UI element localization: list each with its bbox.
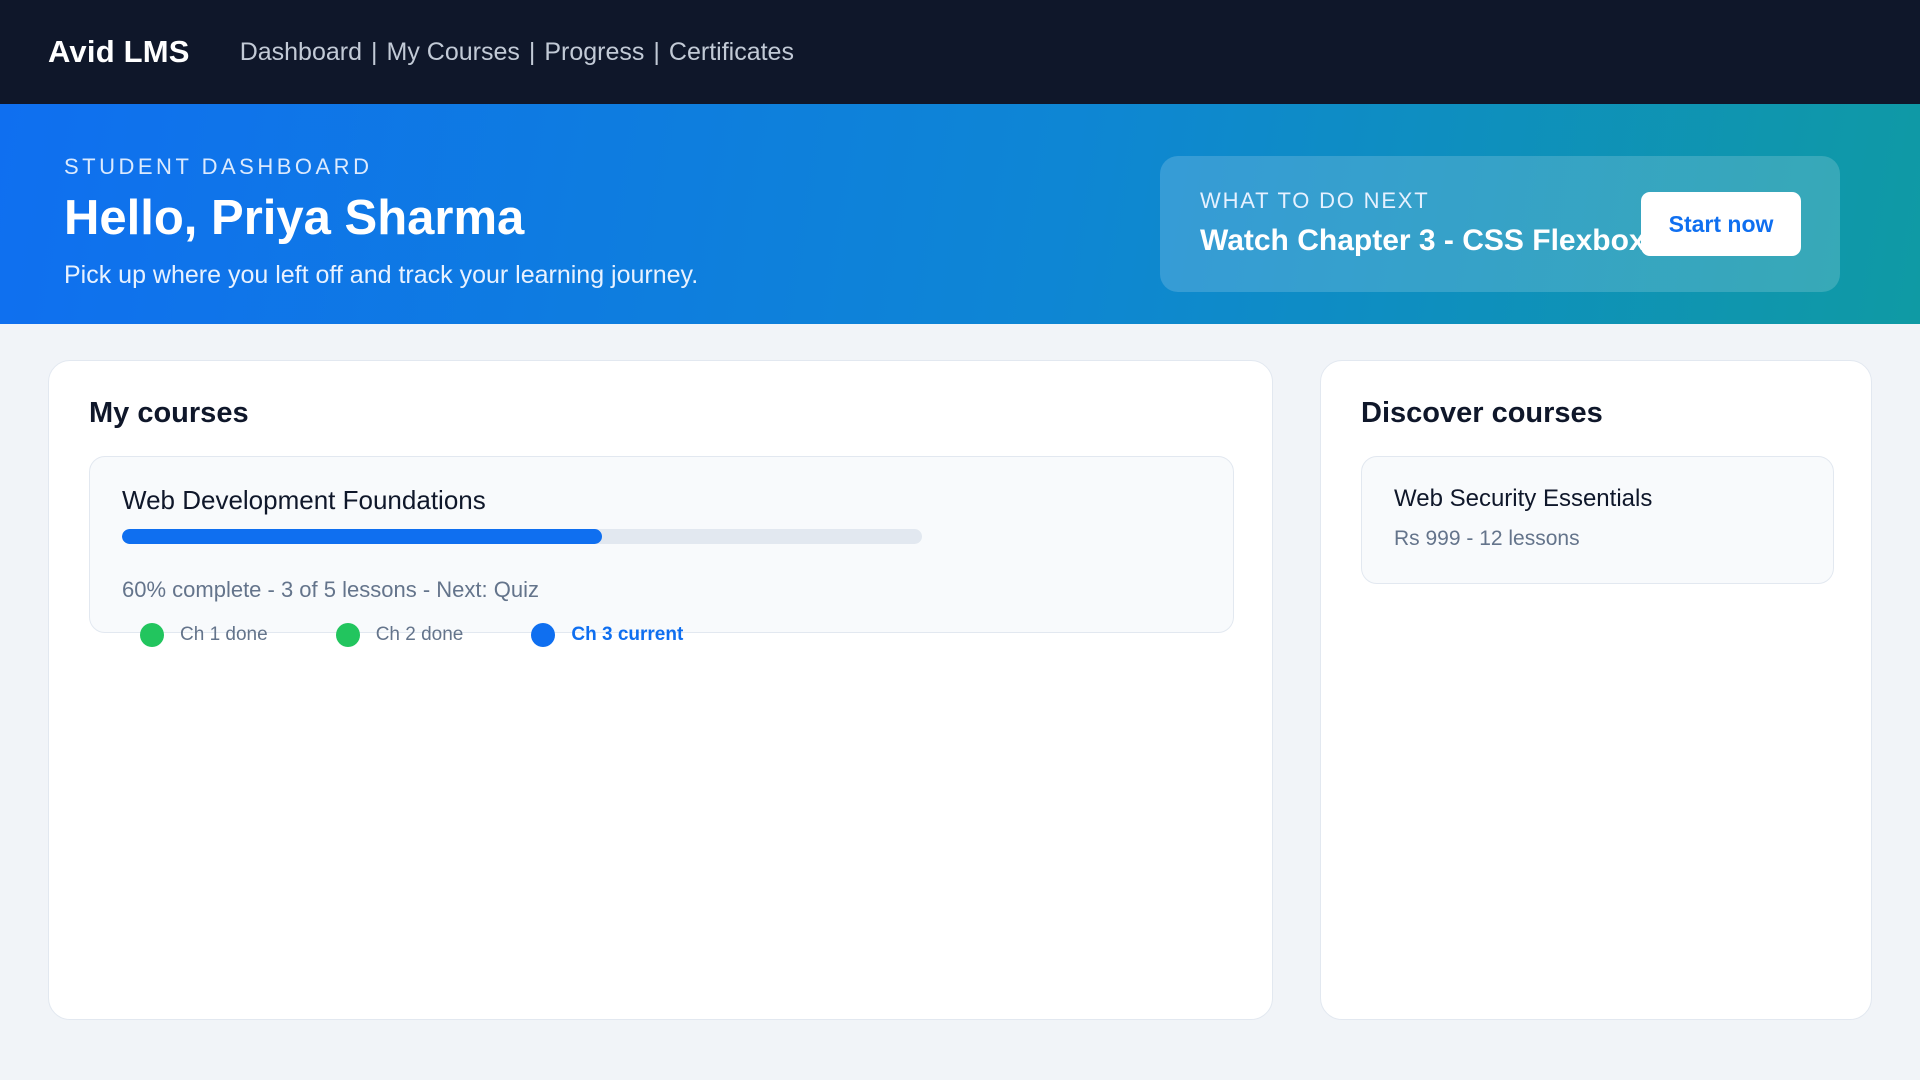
nav-link-my-courses[interactable]: My Courses bbox=[387, 38, 520, 67]
nav-separator: | bbox=[371, 37, 378, 66]
chapter-status-item: Ch 1 done bbox=[140, 623, 268, 647]
course-progress-meta: 60% complete - 3 of 5 lessons - Next: Qu… bbox=[122, 577, 539, 602]
my-courses-heading: My courses bbox=[89, 397, 249, 429]
main-nav: Dashboard | My Courses | Progress | Cert… bbox=[240, 38, 794, 67]
next-step-title: Watch Chapter 3 - CSS Flexbox bbox=[1200, 224, 1646, 257]
nav-separator: | bbox=[653, 37, 660, 66]
hero-subtitle: Pick up where you left off and track you… bbox=[64, 261, 699, 289]
nav-link-dashboard[interactable]: Dashboard bbox=[240, 38, 362, 67]
next-step-eyebrow: WHAT TO DO NEXT bbox=[1200, 188, 1430, 213]
page-title: Hello, Priya Sharma bbox=[64, 191, 525, 245]
nav-link-certificates[interactable]: Certificates bbox=[669, 38, 794, 67]
hero-eyebrow: STUDENT DASHBOARD bbox=[64, 154, 373, 179]
start-now-button[interactable]: Start now bbox=[1641, 192, 1801, 256]
chapter-status-item: Ch 3 current bbox=[531, 623, 683, 647]
discover-courses-heading: Discover courses bbox=[1361, 397, 1603, 429]
hero-banner: STUDENT DASHBOARD Hello, Priya Sharma Pi… bbox=[0, 104, 1920, 324]
chapter-status-label: Ch 2 done bbox=[375, 624, 464, 645]
course-card[interactable]: Web Development Foundations 60% complete… bbox=[89, 456, 1234, 633]
top-nav-bar: Avid LMS Dashboard | My Courses | Progre… bbox=[0, 0, 1920, 104]
status-dot-icon bbox=[335, 623, 360, 647]
nav-link-progress[interactable]: Progress bbox=[544, 38, 644, 67]
chapter-status-label: Ch 3 current bbox=[571, 624, 684, 645]
discover-course-name: Web Security Essentials bbox=[1394, 485, 1653, 512]
course-progress-fill bbox=[122, 529, 602, 544]
nav-separator: | bbox=[528, 37, 536, 66]
course-name: Web Development Foundations bbox=[122, 485, 486, 515]
my-courses-panel: My courses Web Development Foundations 6… bbox=[48, 360, 1273, 1020]
discover-courses-panel: Discover courses Web Security Essentials… bbox=[1320, 360, 1872, 1020]
chapter-status-list: Ch 1 done Ch 2 done Ch 3 current bbox=[140, 623, 683, 647]
course-progress-bar bbox=[122, 529, 922, 544]
discover-course-meta: Rs 999 - 12 lessons bbox=[1394, 527, 1580, 550]
status-dot-icon bbox=[531, 623, 556, 647]
chapter-status-label: Ch 1 done bbox=[180, 624, 268, 645]
brand-logo[interactable]: Avid LMS bbox=[48, 34, 190, 70]
status-dot-icon bbox=[140, 623, 164, 647]
discover-course-card[interactable]: Web Security Essentials Rs 999 - 12 less… bbox=[1361, 456, 1834, 584]
next-step-card: WHAT TO DO NEXT Watch Chapter 3 - CSS Fl… bbox=[1160, 156, 1840, 292]
chapter-status-item: Ch 2 done bbox=[335, 623, 464, 647]
